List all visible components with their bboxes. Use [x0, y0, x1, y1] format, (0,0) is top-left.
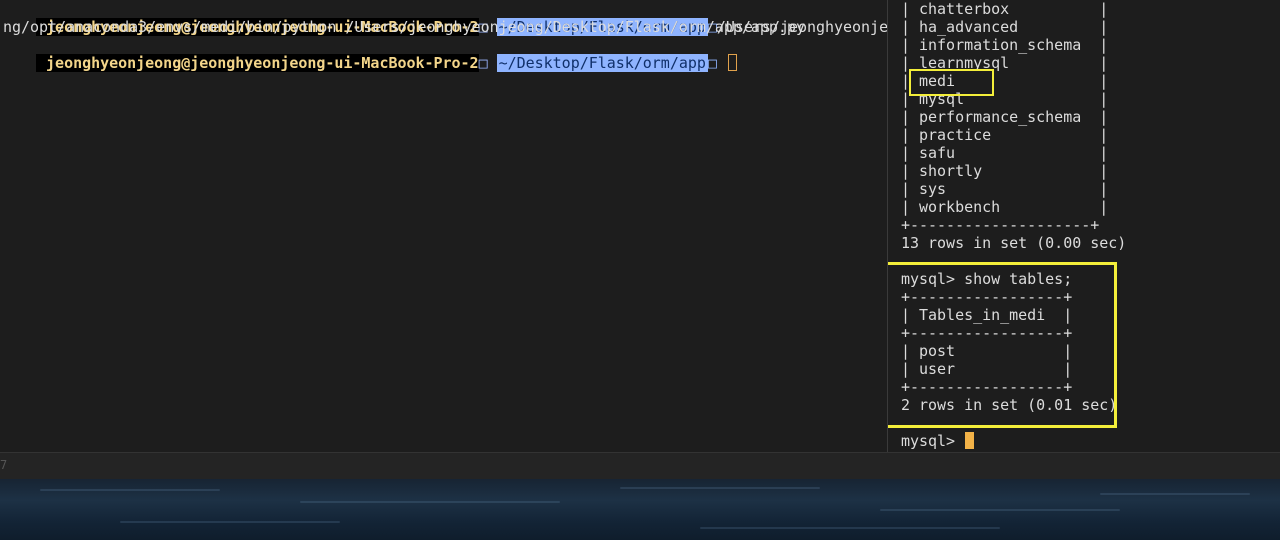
- wallpaper-wave: [620, 487, 820, 489]
- db-row: | safu |: [901, 144, 1109, 162]
- cursor-icon: [727, 54, 737, 71]
- wallpaper-wave: [880, 509, 1120, 511]
- cursor-icon: [965, 432, 975, 449]
- wallpaper-wave: [120, 521, 340, 523]
- highlight-box-show-tables: [888, 262, 1117, 428]
- terminal-line-1: jeonghyeonjeong@jeonghyeonjeong-ui-MacBo…: [3, 0, 887, 36]
- db-summary: 13 rows in set (0.00 sec): [901, 234, 1127, 252]
- desktop-wallpaper: [0, 479, 1280, 540]
- wallpaper-wave: [700, 527, 1000, 529]
- prompt-user-host: jeonghyeonjeong@jeonghyeonjeong-ui-MacBo…: [36, 54, 479, 72]
- prompt-directory: ~/Desktop/Flask/orm/app: [496, 54, 708, 72]
- db-row: | information_schema |: [901, 36, 1109, 54]
- left-terminal-pane[interactable]: jeonghyeonjeong@jeonghyeonjeong-ui-MacBo…: [0, 0, 887, 452]
- terminal-line-2: ng/opt/anaconda3/envs/medi/bin/python /U…: [3, 18, 805, 36]
- db-table-border: +--------------------+: [901, 216, 1100, 234]
- db-row: | ha_advanced |: [901, 18, 1109, 36]
- mysql-prompt: mysql>: [901, 432, 965, 450]
- mysql-prompt-line[interactable]: mysql>: [901, 432, 975, 450]
- db-row: | chatterbox |: [901, 0, 1109, 18]
- wallpaper-wave: [300, 501, 560, 503]
- db-row: | practice |: [901, 126, 1109, 144]
- terminal-line-3: jeonghyeonjeong@jeonghyeonjeong-ui-MacBo…: [3, 36, 737, 72]
- wallpaper-wave: [40, 489, 220, 491]
- status-glyph: 7: [0, 458, 8, 472]
- wallpaper-wave: [1100, 493, 1250, 495]
- highlight-box-medi: [909, 69, 994, 96]
- right-terminal-pane[interactable]: | chatterbox | | ha_advanced | | informa…: [888, 0, 1280, 452]
- db-row: | performance_schema |: [901, 108, 1109, 126]
- db-row: | workbench |: [901, 198, 1109, 216]
- prompt-arrow-icon: □: [707, 54, 717, 72]
- db-row: | sys |: [901, 180, 1109, 198]
- status-bar: 7: [0, 452, 1280, 480]
- db-row: | shortly |: [901, 162, 1109, 180]
- prompt-separator-icon: □: [478, 54, 488, 72]
